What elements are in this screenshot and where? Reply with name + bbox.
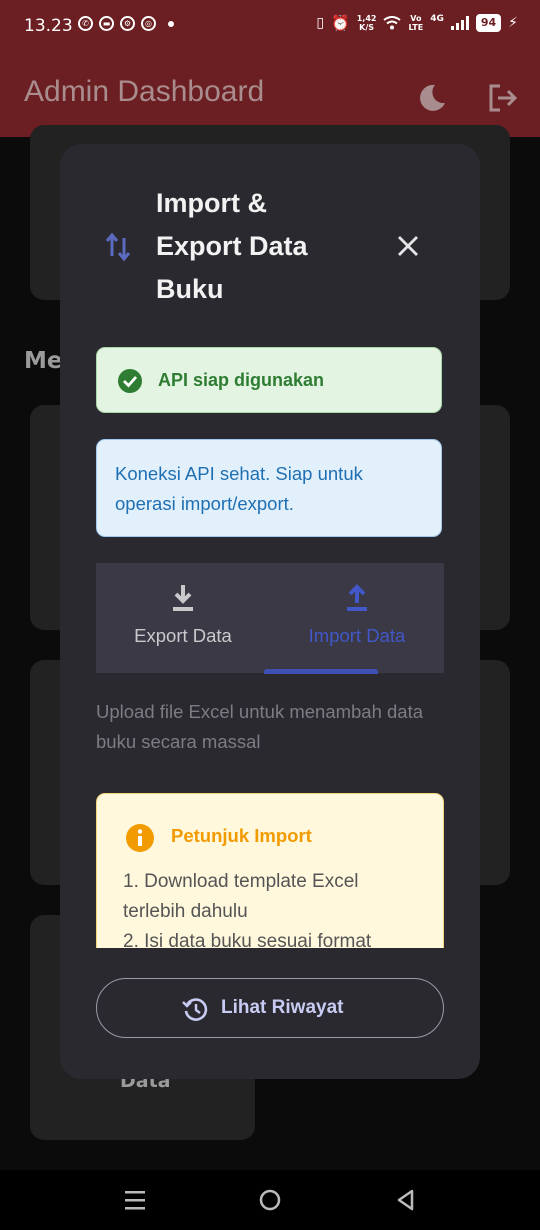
- instagram-icon: ◎: [141, 16, 156, 31]
- tab-import-label: Import Data: [308, 625, 406, 646]
- view-history-label: Lihat Riwayat: [221, 997, 344, 1018]
- import-description: Upload file Excel untuk menambah data bu…: [96, 701, 424, 752]
- swap-vertical-icon: [105, 232, 131, 262]
- more-notifications-icon: [168, 20, 174, 27]
- volte-indicator: Vo LTE: [408, 14, 424, 32]
- upload-icon: [347, 584, 367, 611]
- import-guide-box: Petunjuk Import 1. Download template Exc…: [96, 793, 444, 948]
- vibrate-icon: ▯: [316, 15, 325, 31]
- home-icon[interactable]: [258, 1188, 282, 1212]
- guide-steps: 1. Download template Excel terlebih dahu…: [123, 867, 423, 948]
- view-history-button[interactable]: Lihat Riwayat: [96, 978, 444, 1038]
- tab-export-label: Export Data: [134, 625, 232, 646]
- status-time: 13.23: [24, 16, 73, 36]
- logout-icon[interactable]: [486, 81, 520, 115]
- net-speed: 1,42 K/S: [356, 14, 377, 32]
- guide-step-1: 1. Download template Excel terlebih dahu…: [123, 871, 359, 922]
- download-icon: [173, 585, 193, 611]
- info-icon: [126, 824, 154, 852]
- charging-icon: ⚡: [508, 15, 518, 31]
- import-export-dialog: Import & Export Data Buku API siap digun…: [60, 144, 480, 1079]
- signal-icon: [450, 16, 469, 30]
- status-bar: 13.23 ✆ ▬ ⚙ ◎ ▯ ⏰ 1,42 K/S Vo LTE 4G 94 …: [0, 0, 540, 55]
- notification-icons: ✆ ▬ ⚙ ◎: [78, 16, 174, 31]
- api-status-banner: API siap digunakan: [96, 347, 442, 413]
- system-icons: ▯ ⏰ 1,42 K/S Vo LTE 4G 94 ⚡: [316, 14, 518, 32]
- history-icon: [182, 998, 208, 1021]
- close-icon[interactable]: [392, 230, 424, 262]
- api-status-text: API siap digunakan: [158, 370, 325, 390]
- battery-indicator: 94: [475, 14, 502, 32]
- system-nav-bar: [0, 1170, 540, 1230]
- notification-app-icon: ▬: [99, 16, 114, 31]
- section-heading: Me: [24, 348, 63, 374]
- tab-import-data[interactable]: Import Data: [270, 563, 444, 673]
- settings-icon: ⚙: [120, 16, 135, 31]
- active-tab-indicator: [264, 669, 378, 674]
- alarm-icon: ⏰: [331, 14, 350, 32]
- page-title: Admin Dashboard: [24, 75, 265, 108]
- back-icon[interactable]: [394, 1188, 416, 1212]
- guide-step-2: 2. Isi data buku sesuai format: [123, 931, 372, 948]
- moon-icon[interactable]: [415, 81, 449, 115]
- tab-bar: Export Data Import Data: [96, 563, 444, 673]
- guide-title: Petunjuk Import: [171, 825, 312, 846]
- check-circle-icon: [118, 369, 142, 393]
- network-type: 4G: [430, 14, 444, 24]
- dialog-title: Import & Export Data Buku: [156, 188, 308, 304]
- tab-export-data[interactable]: Export Data: [96, 563, 270, 673]
- api-info-box: Koneksi API sehat. Siap untuk operasi im…: [96, 439, 442, 537]
- wifi-icon: [383, 16, 402, 30]
- recents-menu-icon[interactable]: [124, 1188, 146, 1212]
- whatsapp-icon: ✆: [78, 16, 93, 31]
